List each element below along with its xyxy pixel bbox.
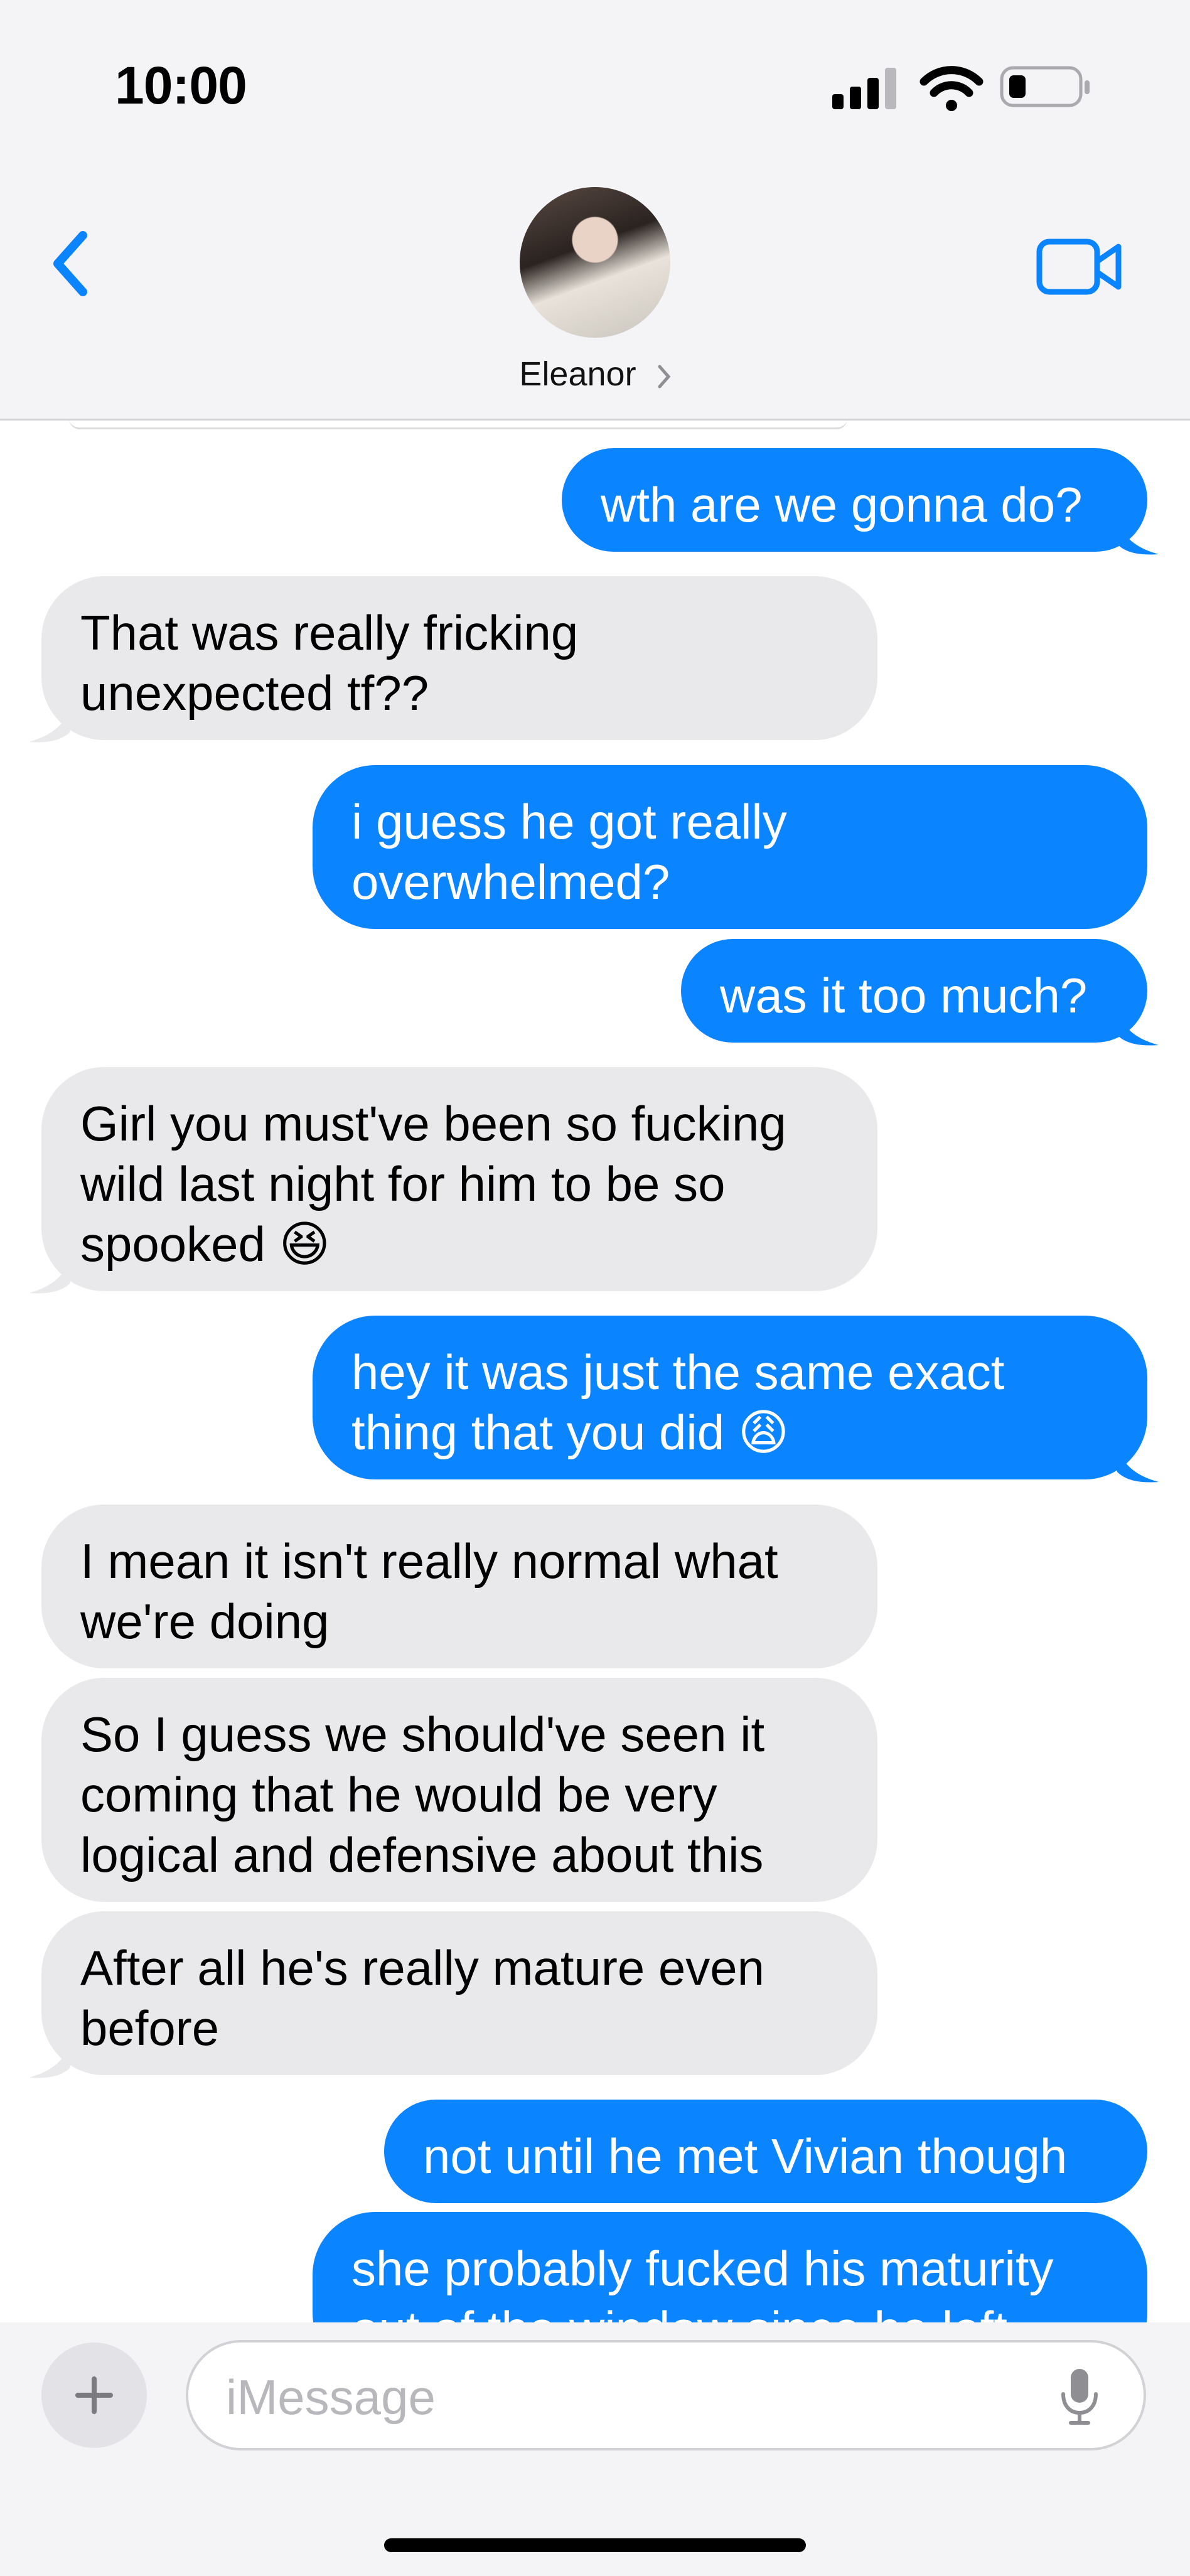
contact-avatar[interactable] — [520, 187, 670, 338]
video-call-icon[interactable] — [1036, 235, 1123, 298]
message-bubble-incoming[interactable]: Girl you must've been so fucking wild la… — [41, 1067, 877, 1291]
message-text: i guess he got really overwhelmed? — [351, 794, 787, 910]
contact-name: Eleanor — [519, 355, 636, 393]
message-thread[interactable]: wth are we gonna do? That was really fri… — [0, 419, 1190, 2322]
message-text: I mean it isn't really normal what we're… — [80, 1533, 778, 1649]
input-placeholder: iMessage — [226, 2369, 436, 2425]
bubble-tail — [1117, 1447, 1159, 1483]
message-bubble-incoming[interactable]: That was really fricking unexpected tf?? — [41, 576, 877, 740]
status-time: 10:00 — [115, 56, 247, 115]
conversation-header: 10:00 Eleanor — [0, 0, 1190, 421]
bubble-tail — [29, 1258, 70, 1294]
bubble-tail — [1117, 519, 1159, 555]
bubble-tail — [29, 707, 70, 743]
back-chevron-icon[interactable] — [44, 223, 100, 304]
message-bubble-outgoing[interactable]: i guess he got really overwhelmed? — [313, 765, 1147, 929]
message-bubble-outgoing[interactable]: not until he met Vivian though — [384, 2100, 1147, 2203]
wifi-icon — [919, 66, 984, 111]
add-attachment-button[interactable] — [41, 2343, 147, 2448]
contact-name-button[interactable]: Eleanor — [0, 355, 1190, 394]
home-indicator[interactable] — [384, 2538, 806, 2552]
message-bubble-outgoing[interactable]: was it too much? — [681, 939, 1147, 1043]
message-text: So I guess we should've seen it coming t… — [80, 1707, 765, 1882]
message-bubble-outgoing[interactable]: hey it was just the same exact thing tha… — [313, 1316, 1147, 1479]
message-bubble-outgoing[interactable]: wth are we gonna do? — [562, 448, 1147, 552]
microphone-icon[interactable] — [1059, 2366, 1100, 2427]
plus-icon — [75, 2376, 113, 2414]
battery-icon — [1000, 66, 1090, 107]
status-icons — [832, 66, 1090, 111]
message-text: Girl you must've been so fucking wild la… — [80, 1096, 786, 1272]
message-bubble-incoming[interactable]: So I guess we should've seen it coming t… — [41, 1678, 877, 1902]
message-text: hey it was just the same exact thing tha… — [351, 1344, 1005, 1460]
message-text: wth are we gonna do? — [601, 477, 1083, 532]
message-text: she probably fucked his maturity out of … — [351, 2241, 1054, 2322]
message-text: not until he met Vivian though — [423, 2128, 1068, 2184]
message-bubble-incoming[interactable]: I mean it isn't really normal what we're… — [41, 1505, 877, 1668]
message-text: That was really fricking unexpected tf?? — [80, 605, 579, 721]
message-text: was it too much? — [720, 968, 1088, 1023]
bubble-tail — [1117, 1010, 1159, 1046]
message-composer: iMessage — [0, 2322, 1190, 2576]
message-bubble-incoming[interactable]: After all he's really mature even before — [41, 1911, 877, 2075]
message-bubble-outgoing[interactable]: she probably fucked his maturity out of … — [313, 2212, 1147, 2322]
message-text: After all he's really mature even before — [80, 1940, 765, 2056]
cellular-signal-icon — [832, 68, 896, 109]
bubble-tail — [29, 2042, 70, 2078]
chevron-right-icon — [658, 365, 670, 389]
imessage-input[interactable]: iMessage — [186, 2340, 1146, 2450]
